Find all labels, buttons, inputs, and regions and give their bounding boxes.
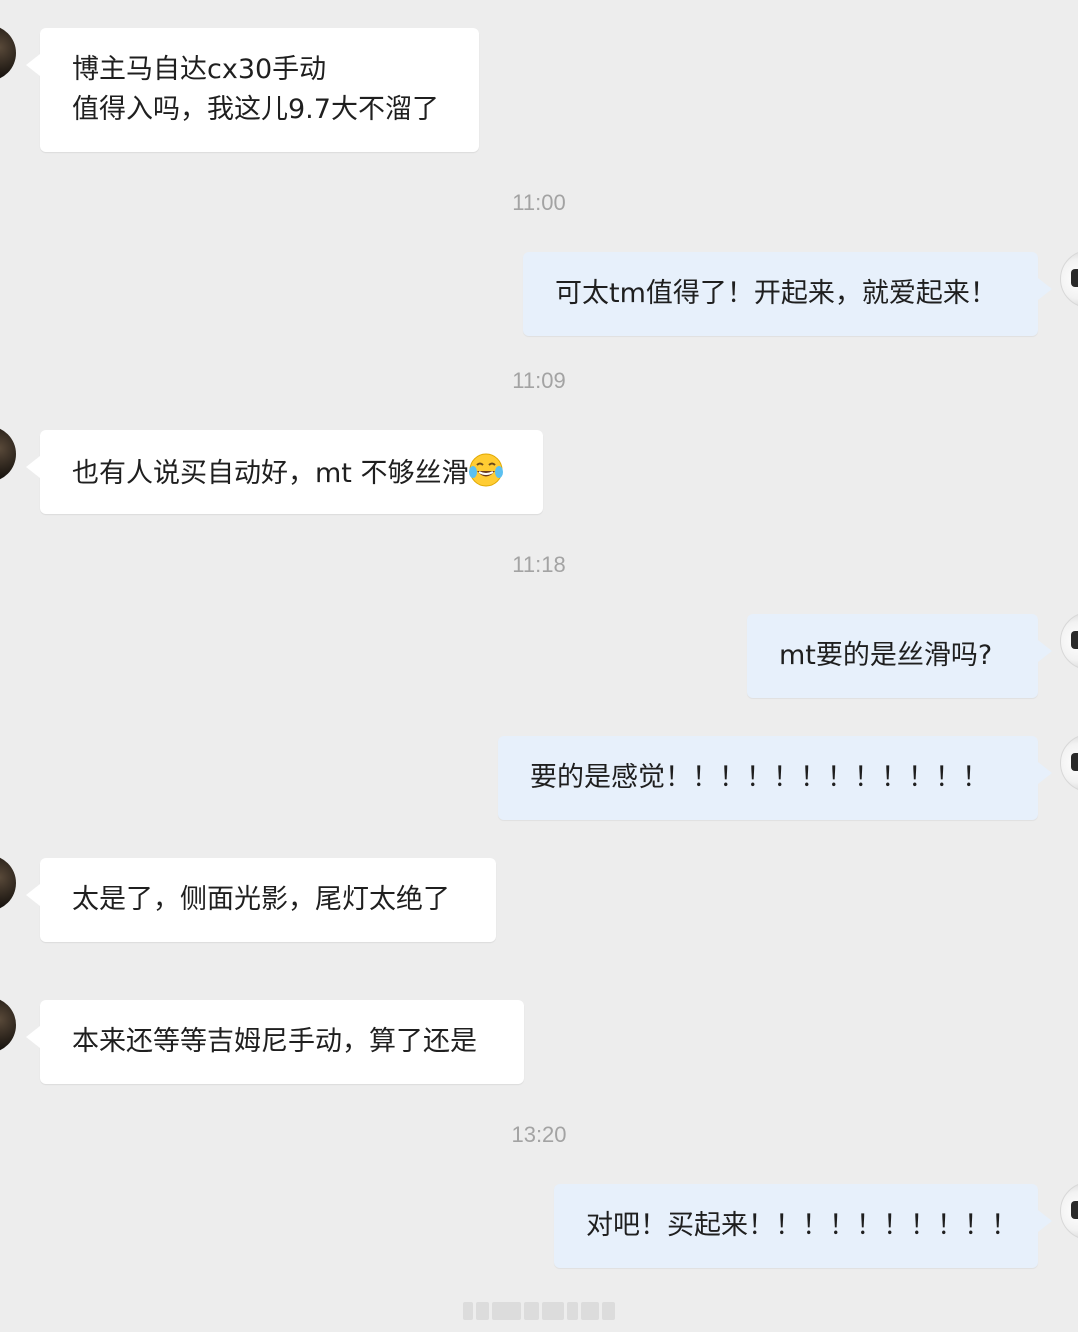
user-avatar[interactable] bbox=[1060, 734, 1078, 792]
message-text-line: 博主马自达cx30手动 bbox=[72, 54, 327, 85]
message-text: 要的是感觉！！！！！！！！！！！！ bbox=[530, 762, 989, 793]
laughing-with-tears-emoji-icon bbox=[468, 452, 504, 488]
message-text: 可太tm值得了！开起来，就爱起来！ bbox=[555, 278, 997, 309]
message-bubble-outgoing[interactable]: mt要的是丝滑吗? bbox=[747, 614, 1052, 698]
timestamp: 11:18 bbox=[512, 552, 566, 577]
message-bubble-outgoing[interactable]: 对吧！买起来！！！！！！！！！！ bbox=[554, 1184, 1052, 1268]
contact-avatar[interactable] bbox=[0, 426, 16, 482]
message-text: 本来还等等吉姆尼手动，算了还是 bbox=[72, 1026, 477, 1057]
message-text: 对吧！买起来！！！！！！！！！！ bbox=[586, 1210, 1018, 1241]
watermark bbox=[463, 1300, 615, 1322]
contact-avatar[interactable] bbox=[0, 997, 16, 1053]
timestamp: 13:20 bbox=[511, 1122, 567, 1147]
user-avatar[interactable] bbox=[1060, 250, 1078, 308]
message-text: 也有人说买自动好，mt 不够丝滑 bbox=[72, 458, 469, 489]
message-bubble-incoming[interactable]: 本来还等等吉姆尼手动，算了还是 bbox=[26, 1000, 524, 1084]
contact-avatar[interactable] bbox=[0, 855, 16, 911]
message-text: 太是了，侧面光影，尾灯太绝了 bbox=[72, 884, 450, 915]
user-avatar[interactable] bbox=[1060, 612, 1078, 670]
chat-screen: { "messages": [ {"side": "in", "lines": … bbox=[0, 0, 1078, 1332]
message-text: mt要的是丝滑吗? bbox=[779, 640, 993, 671]
message-bubble-outgoing[interactable]: 可太tm值得了！开起来，就爱起来！ bbox=[523, 252, 1052, 336]
message-bubble-incoming[interactable]: 也有人说买自动好，mt 不够丝滑 bbox=[26, 430, 543, 514]
message-bubble-outgoing[interactable]: 要的是感觉！！！！！！！！！！！！ bbox=[498, 736, 1052, 820]
message-bubble-incoming[interactable]: 太是了，侧面光影，尾灯太绝了 bbox=[26, 858, 496, 942]
message-bubble-incoming[interactable]: 博主马自达cx30手动 值得入吗，我这儿9.7大不溜了 bbox=[26, 28, 479, 152]
timestamp: 11:00 bbox=[512, 190, 566, 215]
message-text-line: 值得入吗，我这儿9.7大不溜了 bbox=[72, 94, 439, 125]
timestamp: 11:09 bbox=[512, 368, 566, 393]
user-avatar[interactable] bbox=[1060, 1182, 1078, 1240]
contact-avatar[interactable] bbox=[0, 25, 16, 81]
